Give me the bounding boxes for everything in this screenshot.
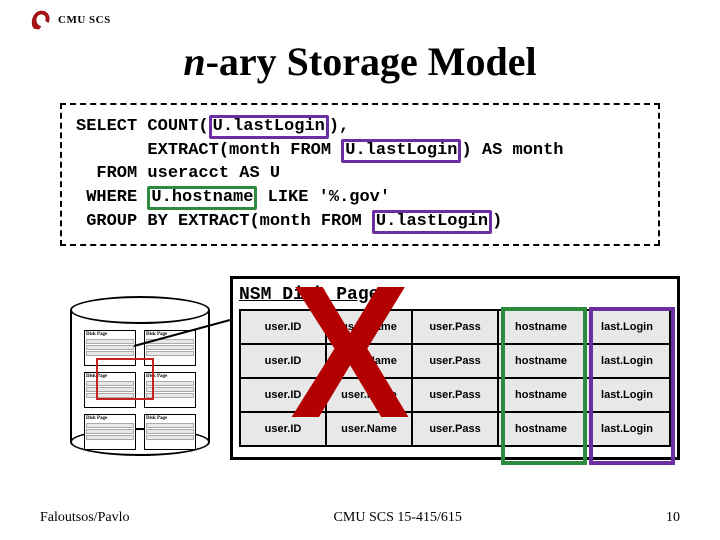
mini-page: Disk Page bbox=[84, 330, 136, 366]
slide-title: n-ary Storage Model bbox=[30, 38, 690, 85]
slide-footer: Faloutsos/Pavlo CMU SCS 15-415/615 10 bbox=[40, 510, 680, 526]
highlight-lastlogin: U.lastLogin bbox=[372, 210, 492, 234]
table-cell: hostname bbox=[498, 412, 584, 446]
table-cell: user.ID bbox=[240, 344, 326, 378]
diagram-area: Disk Page Disk Page Disk Page Disk Page … bbox=[50, 266, 670, 486]
table-cell: user.ID bbox=[240, 412, 326, 446]
table-cell: user.Pass bbox=[412, 310, 498, 344]
table-cell: user.Pass bbox=[412, 378, 498, 412]
nsm-page-title: NSM Disk Page bbox=[239, 285, 671, 305]
table-cell: user.Name bbox=[326, 310, 412, 344]
table-cell: user.Pass bbox=[412, 412, 498, 446]
table-cell: last.Login bbox=[584, 412, 670, 446]
sql-query-box: SELECT COUNT(U.lastLogin), EXTRACT(month… bbox=[60, 103, 660, 246]
disk-cylinder-icon: Disk Page Disk Page Disk Page Disk Page … bbox=[70, 296, 210, 456]
table-cell: last.Login bbox=[584, 310, 670, 344]
footer-authors: Faloutsos/Pavlo bbox=[40, 510, 129, 526]
table-row: user.IDuser.Nameuser.Passhostnamelast.Lo… bbox=[240, 412, 670, 446]
mini-page: Disk Page bbox=[144, 330, 196, 366]
table-cell: last.Login bbox=[584, 378, 670, 412]
mini-pages-grid: Disk Page Disk Page Disk Page Disk Page … bbox=[84, 330, 196, 450]
footer-page-number: 10 bbox=[666, 510, 680, 526]
table-cell: user.Pass bbox=[412, 344, 498, 378]
table-cell: user.ID bbox=[240, 310, 326, 344]
cmu-griffin-logo bbox=[30, 8, 52, 32]
table-cell: hostname bbox=[498, 378, 584, 412]
table-cell: user.Name bbox=[326, 412, 412, 446]
nsm-disk-page: NSM Disk Page user.IDuser.Nameuser.Passh… bbox=[230, 276, 680, 460]
slide-header: CMU SCS bbox=[30, 8, 690, 32]
table-cell: user.Name bbox=[326, 344, 412, 378]
highlight-hostname: U.hostname bbox=[147, 186, 257, 210]
mini-page: Disk Page bbox=[84, 372, 136, 408]
mini-page: Disk Page bbox=[144, 372, 196, 408]
scs-label: CMU SCS bbox=[58, 14, 111, 26]
table-row: user.IDuser.Nameuser.Passhostnamelast.Lo… bbox=[240, 344, 670, 378]
footer-course: CMU SCS 15-415/615 bbox=[334, 510, 462, 526]
nsm-table: user.IDuser.Nameuser.Passhostnamelast.Lo… bbox=[239, 309, 671, 447]
table-cell: user.ID bbox=[240, 378, 326, 412]
mini-page: Disk Page bbox=[144, 414, 196, 450]
highlight-lastlogin: U.lastLogin bbox=[341, 139, 461, 163]
highlight-lastlogin: U.lastLogin bbox=[209, 115, 329, 139]
table-cell: hostname bbox=[498, 344, 584, 378]
table-cell: hostname bbox=[498, 310, 584, 344]
table-cell: last.Login bbox=[584, 344, 670, 378]
table-row: user.IDuser.Nameuser.Passhostnamelast.Lo… bbox=[240, 310, 670, 344]
mini-page: Disk Page bbox=[84, 414, 136, 450]
table-row: user.IDuser.Nameuser.Passhostnamelast.Lo… bbox=[240, 378, 670, 412]
table-cell: user.Name bbox=[326, 378, 412, 412]
